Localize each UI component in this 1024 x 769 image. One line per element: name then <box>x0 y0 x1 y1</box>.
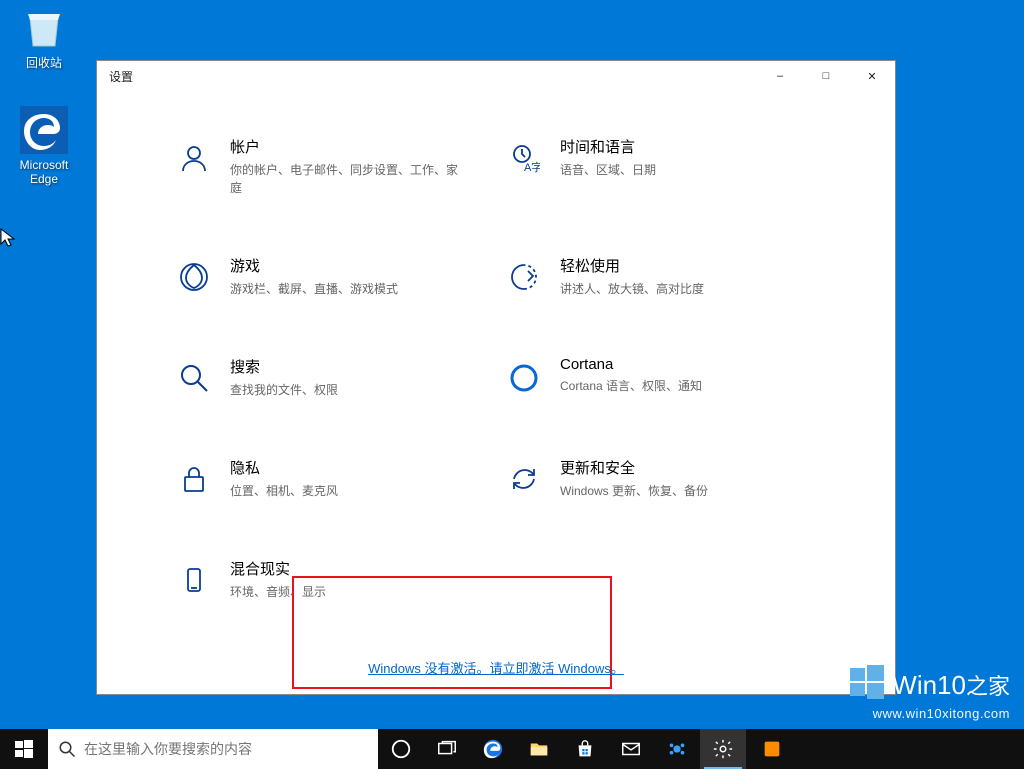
update-icon <box>506 461 542 497</box>
time-icon: A字 <box>506 140 542 176</box>
recycle-bin-icon <box>20 4 68 52</box>
settings-categories: 帐户你的帐户、电子邮件、同步设置、工作、家庭A字时间和语言语音、区域、日期游戏游… <box>97 136 895 639</box>
taskbar-explorer-button[interactable] <box>516 729 562 769</box>
mr-icon <box>176 562 212 598</box>
settings-category-mr[interactable]: 混合现实环境、音频、显示 <box>176 558 466 601</box>
ease-icon <box>506 259 542 295</box>
taskbar-edge-button[interactable] <box>470 729 516 769</box>
window-title: 设置 <box>109 68 133 85</box>
taskbar-search[interactable] <box>48 729 378 769</box>
category-desc: 你的帐户、电子邮件、同步设置、工作、家庭 <box>230 161 466 197</box>
window-minimize-button[interactable]: ‒ <box>757 61 803 91</box>
category-desc: Cortana 语言、权限、通知 <box>560 377 702 395</box>
category-title: 时间和语言 <box>560 136 656 157</box>
search-icon <box>176 360 212 396</box>
settings-category-accounts[interactable]: 帐户你的帐户、电子邮件、同步设置、工作、家庭 <box>176 136 466 197</box>
category-desc: 语音、区域、日期 <box>560 161 656 179</box>
taskbar-store-button[interactable] <box>562 729 608 769</box>
settings-window: 设置 ‒ □ ✕ 帐户你的帐户、电子邮件、同步设置、工作、家庭 A字 时间和语言语音… <box>96 60 896 695</box>
activation-link[interactable]: Windows 没有激活。请立即激活 Windows。 <box>368 661 624 676</box>
taskbar-app-button[interactable] <box>654 729 700 769</box>
desktop-recycle-bin[interactable]: 回收站 <box>6 4 82 70</box>
cortana-circle-button[interactable] <box>378 729 424 769</box>
desktop-icon-label: 回收站 <box>6 56 82 70</box>
edge-icon <box>20 106 68 154</box>
windows-logo-icon <box>850 665 884 704</box>
cortana-icon <box>506 360 542 396</box>
category-desc: 讲述人、放大镜、高对比度 <box>560 280 704 298</box>
privacy-icon <box>176 461 212 497</box>
taskbar-search-input[interactable] <box>84 741 368 757</box>
category-desc: 游戏栏、截屏、直播、游戏模式 <box>230 280 398 298</box>
category-title: 混合现实 <box>230 558 326 579</box>
watermark-title-en: Win10 <box>892 670 966 700</box>
watermark-title-zh: 之家 <box>966 674 1010 699</box>
category-desc: 环境、音频、显示 <box>230 583 326 601</box>
window-close-button[interactable]: ✕ <box>849 61 895 91</box>
settings-category-search[interactable]: 搜索查找我的文件、权限 <box>176 356 466 399</box>
category-desc: Windows 更新、恢复、备份 <box>560 482 708 500</box>
taskbar <box>0 729 1024 769</box>
category-title: 轻松使用 <box>560 255 704 276</box>
cursor-icon <box>0 228 16 248</box>
category-title: 隐私 <box>230 457 338 478</box>
accounts-icon <box>176 140 212 176</box>
category-title: Cortana <box>560 356 702 373</box>
start-button[interactable] <box>0 729 48 769</box>
watermark: Win10之家 www.win10xitong.com <box>850 665 1010 721</box>
category-desc: 查找我的文件、权限 <box>230 381 338 399</box>
taskbar-settings-button[interactable] <box>700 729 746 769</box>
settings-category-privacy[interactable]: 隐私位置、相机、麦克风 <box>176 457 466 500</box>
search-icon <box>58 740 76 758</box>
settings-category-cortana[interactable]: Cortana Cortana 语言、权限、通知 <box>506 356 796 399</box>
settings-category-ease[interactable]: 轻松使用讲述人、放大镜、高对比度 <box>506 255 796 298</box>
desktop-icon-label: Microsoft Edge <box>6 158 82 186</box>
desktop-edge[interactable]: Microsoft Edge <box>6 106 82 186</box>
svg-text:A字: A字 <box>524 160 540 174</box>
settings-category-update[interactable]: 更新和安全 Windows 更新、恢复、备份 <box>506 457 796 500</box>
category-title: 更新和安全 <box>560 457 708 478</box>
taskbar-running-app[interactable] <box>746 729 798 769</box>
category-desc: 位置、相机、麦克风 <box>230 482 338 500</box>
taskbar-mail-button[interactable] <box>608 729 654 769</box>
settings-category-time[interactable]: A字 时间和语言语音、区域、日期 <box>506 136 796 197</box>
task-view-button[interactable] <box>424 729 470 769</box>
category-title: 游戏 <box>230 255 398 276</box>
settings-category-gaming[interactable]: 游戏游戏栏、截屏、直播、游戏模式 <box>176 255 466 298</box>
activation-notice: Windows 没有激活。请立即激活 Windows。 <box>97 658 895 678</box>
window-titlebar[interactable]: 设置 ‒ □ ✕ <box>97 61 895 91</box>
gaming-icon <box>176 259 212 295</box>
category-title: 搜索 <box>230 356 338 377</box>
window-maximize-button[interactable]: □ <box>803 61 849 91</box>
category-title: 帐户 <box>230 136 466 157</box>
watermark-url: www.win10xitong.com <box>850 706 1010 721</box>
